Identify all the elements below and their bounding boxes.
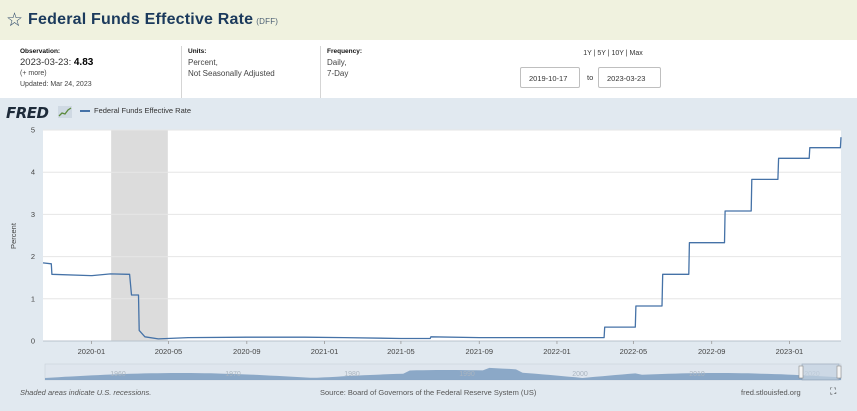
y-tick-label: 2	[31, 252, 35, 261]
x-tick-label: 2020-05	[155, 347, 183, 356]
navigator-label: 1960	[110, 371, 126, 378]
x-tick-label: 2022-09	[698, 347, 726, 356]
navigator-handle-right[interactable]	[836, 365, 842, 379]
x-tick-label: 2022-05	[620, 347, 648, 356]
y-tick-label: 1	[31, 294, 35, 303]
x-tick-label: 2020-01	[78, 347, 106, 356]
x-tick-label: 2021-01	[311, 347, 339, 356]
x-tick-label: 2021-05	[387, 347, 415, 356]
x-tick-label: 2022-01	[543, 347, 571, 356]
navigator-label: 1990	[459, 371, 475, 378]
navigator-label: 1980	[344, 371, 360, 378]
x-tick-label: 2021-09	[465, 347, 493, 356]
y-tick-label: 5	[31, 126, 35, 135]
y-tick-label: 4	[31, 168, 35, 177]
navigator-handle-left[interactable]	[798, 365, 804, 379]
recession-note: Shaded areas indicate U.S. recessions.	[20, 388, 152, 397]
chart-footer: Shaded areas indicate U.S. recessions. S…	[0, 387, 857, 402]
x-tick-label: 2023-01	[776, 347, 804, 356]
navigator-window[interactable]	[801, 363, 840, 381]
fullscreen-icon[interactable]: ⛶	[830, 387, 836, 397]
recession-shade	[111, 130, 168, 341]
y-tick-label: 3	[31, 210, 35, 219]
navigator-label: 1970	[225, 371, 241, 378]
navigator-label: 2010	[689, 371, 705, 378]
y-tick-label: 0	[31, 337, 35, 346]
site-link[interactable]: fred.stlouisfed.org	[741, 388, 801, 397]
navigator[interactable]: 1960197019801990200020102020	[44, 363, 842, 381]
y-axis-label: Percent	[9, 222, 18, 249]
navigator-label: 2000	[572, 371, 588, 378]
x-tick-label: 2020-09	[233, 347, 261, 356]
chart-svg: 0 1 2 3 4 5 2020-01 2020-05 2020-09 2021-01 2021-…	[9, 126, 842, 381]
source-note: Source: Board of Governors of the Federa…	[320, 388, 537, 397]
